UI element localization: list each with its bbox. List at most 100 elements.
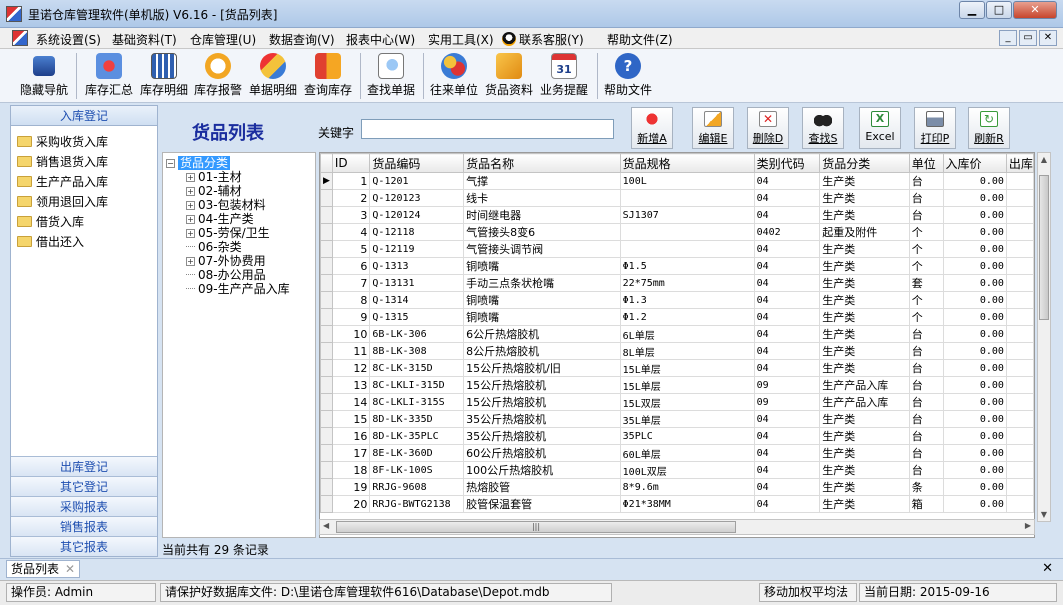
table-cell[interactable]: 时间继电器	[463, 206, 621, 224]
nav-group-inbound[interactable]: 入库登记	[11, 106, 157, 126]
menu-customer-service[interactable]: 联系客服(Y)	[502, 31, 584, 48]
table-cell[interactable]: 生产类	[819, 240, 910, 258]
column-header[interactable]: 出库	[1005, 153, 1034, 173]
table-cell[interactable]: 04	[753, 291, 821, 309]
table-cell[interactable]: 生产类	[819, 478, 910, 496]
table-cell[interactable]: 生产产品入库	[819, 376, 910, 394]
table-cell[interactable]: 0.00	[942, 427, 1007, 445]
column-header[interactable]: 单位	[908, 153, 944, 173]
tab-goods-list[interactable]: 货品列表 ✕	[6, 560, 81, 578]
table-cell[interactable]: 胶管保温套管	[463, 495, 621, 513]
table-cell[interactable]: 条	[908, 478, 944, 496]
table-row[interactable]: 9 Q-1315 铜喷嘴 Φ1.2 04 生产类个 0.00	[320, 308, 1034, 326]
table-cell[interactable]: 20	[331, 495, 371, 513]
row-indicator[interactable]	[320, 240, 333, 258]
table-cell[interactable]: 13	[331, 376, 371, 394]
table-cell[interactable]: 生产类	[819, 206, 910, 224]
table-cell[interactable]: 04	[753, 240, 821, 258]
table-cell[interactable]: 生产类	[819, 427, 910, 445]
table-cell[interactable]: 04	[753, 189, 821, 207]
table-cell[interactable]: 04	[753, 478, 821, 496]
row-indicator[interactable]	[320, 325, 333, 343]
menu-tools[interactable]: 实用工具(X)	[428, 31, 494, 48]
table-cell[interactable]: 0.00	[942, 206, 1007, 224]
table-cell[interactable]	[1005, 223, 1034, 241]
table-cell[interactable]: 台	[908, 172, 944, 190]
tree-node[interactable]: 06-杂类	[166, 240, 315, 254]
table-cell[interactable]: Q-12119	[369, 240, 465, 258]
tab-close-icon[interactable]: ✕	[65, 562, 75, 576]
close-button[interactable]: ✕	[1013, 1, 1057, 19]
table-cell[interactable]: Q-1314	[369, 291, 465, 309]
table-cell[interactable]	[1005, 410, 1034, 428]
table-cell[interactable]: 台	[908, 359, 944, 377]
table-cell[interactable]: 台	[908, 206, 944, 224]
expand-icon[interactable]: +	[186, 187, 195, 196]
table-cell[interactable]: 生产类	[819, 359, 910, 377]
table-cell[interactable]: Φ1.5	[619, 257, 755, 275]
row-indicator[interactable]	[320, 410, 333, 428]
table-row[interactable]: 11 8B-LK-308 8公斤热熔胶机 8L单层 04 生产类台 0.00	[320, 342, 1034, 360]
table-cell[interactable]: 0.00	[942, 257, 1007, 275]
table-cell[interactable]: Φ1.2	[619, 308, 755, 326]
table-row[interactable]: 6 Q-1313 铜喷嘴 Φ1.5 04 生产类个 0.00	[320, 257, 1034, 275]
table-cell[interactable]: 15公斤热熔胶机	[463, 376, 621, 394]
row-indicator[interactable]	[320, 308, 333, 326]
table-cell[interactable]: 8公斤热熔胶机	[463, 342, 621, 360]
table-cell[interactable]: 8*9.6m	[619, 478, 755, 496]
tree-node[interactable]: +05-劳保/卫生	[166, 226, 315, 240]
tree-node[interactable]: +04-生产类	[166, 212, 315, 226]
row-indicator[interactable]	[320, 461, 333, 479]
table-cell[interactable]: 04	[753, 359, 821, 377]
table-cell[interactable]: Q-120123	[369, 189, 465, 207]
table-cell[interactable]: 16	[331, 427, 371, 445]
tree-node[interactable]: +01-主材	[166, 170, 315, 184]
table-cell[interactable]: 04	[753, 410, 821, 428]
table-cell[interactable]: 15	[331, 410, 371, 428]
table-cell[interactable]: 8D-LK-35PLC	[369, 427, 465, 445]
table-cell[interactable]: 个	[908, 308, 944, 326]
table-row[interactable]: 4 Q-12118 气管接头8变6 0402 起重及附件个 0.00	[320, 223, 1034, 241]
table-cell[interactable]: 台	[908, 444, 944, 462]
vertical-scrollbar[interactable]: ▲ ▼	[1037, 152, 1051, 522]
toolbar-stock-alarm-button[interactable]: 库存报警	[194, 53, 242, 98]
table-cell[interactable]: 04	[753, 257, 821, 275]
nav-item-lend-return[interactable]: 借出还入	[17, 232, 157, 252]
horizontal-scroll-thumb[interactable]: |||	[336, 521, 736, 533]
table-cell[interactable]: 100公斤热熔胶机	[463, 461, 621, 479]
table-cell[interactable]: 6L单层	[619, 325, 755, 343]
toolbar-voucher-detail-button[interactable]: 单据明细	[249, 53, 297, 98]
scroll-left-icon[interactable]: ◀	[323, 521, 329, 530]
table-cell[interactable]: 台	[908, 461, 944, 479]
table-cell[interactable]: Q-1201	[369, 172, 465, 190]
table-cell[interactable]: 35公斤热熔胶机	[463, 427, 621, 445]
table-cell[interactable]: 8C-LKLI-315D	[369, 376, 465, 394]
menu-system-settings[interactable]: 系统设置(S)	[36, 31, 101, 48]
mdi-minimize-button[interactable]: _	[999, 30, 1017, 46]
table-cell[interactable]: 热熔胶管	[463, 478, 621, 496]
table-cell[interactable]: 生产类	[819, 172, 910, 190]
table-row[interactable]: 18 8F-LK-100S 100公斤热熔胶机 100L双层 04 生产类台 0.00	[320, 461, 1034, 479]
table-cell[interactable]	[1005, 342, 1034, 360]
tree-node[interactable]: +02-辅材	[166, 184, 315, 198]
table-cell[interactable]: Q-1313	[369, 257, 465, 275]
row-indicator[interactable]	[320, 376, 333, 394]
table-cell[interactable]: 35公斤热熔胶机	[463, 410, 621, 428]
collapse-icon[interactable]: −	[166, 159, 175, 168]
table-cell[interactable]: 0.00	[942, 240, 1007, 258]
table-cell[interactable]: 气撑	[463, 172, 621, 190]
table-row[interactable]: 19 RRJG-9608 热熔胶管 8*9.6m 04 生产类条 0.00	[320, 478, 1034, 496]
toolbar-business-reminder-button[interactable]: 31 业务提醒	[540, 53, 588, 98]
toolbar-find-voucher-button[interactable]: 查找单据	[367, 53, 415, 98]
table-cell[interactable]	[1005, 172, 1034, 190]
table-cell[interactable]: 12	[331, 359, 371, 377]
expand-icon[interactable]: +	[186, 229, 195, 238]
table-cell[interactable]: 0.00	[942, 223, 1007, 241]
nav-group-other-register[interactable]: 其它登记	[11, 476, 157, 496]
add-button[interactable]: 新增A	[631, 107, 673, 149]
scroll-down-icon[interactable]: ▼	[1038, 510, 1050, 519]
table-cell[interactable]: 04	[753, 206, 821, 224]
table-cell[interactable]: RRJG-9608	[369, 478, 465, 496]
table-cell[interactable]: 0.00	[942, 376, 1007, 394]
table-cell[interactable]: 气管接头8变6	[463, 223, 621, 241]
